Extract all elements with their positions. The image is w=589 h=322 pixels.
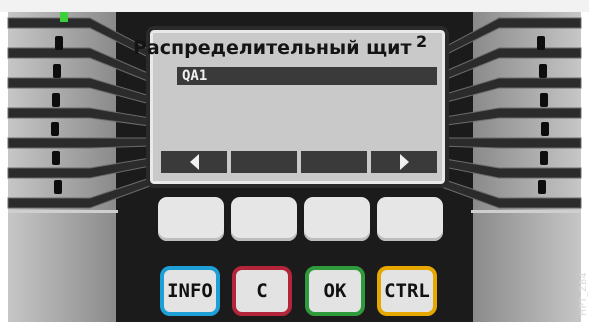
- arrow-left-icon: [189, 154, 199, 170]
- softkey-3[interactable]: [301, 151, 367, 173]
- c-button[interactable]: C: [232, 266, 292, 316]
- figure-id-label: HPT_ZB4: [579, 272, 589, 316]
- softkey-bar: [161, 151, 437, 173]
- arrow-right-icon: [399, 154, 409, 170]
- info-button[interactable]: INFO: [160, 266, 220, 316]
- ctrl-button[interactable]: CTRL: [377, 266, 437, 316]
- screen-title-suffix: 2: [416, 32, 428, 51]
- lcd-display: Распределительный щит 2 QA1: [133, 26, 449, 188]
- screen-title-text: Распределительный щит: [133, 37, 412, 59]
- function-key-2[interactable]: [231, 197, 297, 241]
- function-key-3[interactable]: [304, 197, 370, 241]
- screen-title: Распределительный щит 2: [133, 32, 453, 59]
- function-key-4[interactable]: [377, 197, 443, 241]
- softkey-right[interactable]: [371, 151, 437, 173]
- softkey-2[interactable]: [231, 151, 297, 173]
- function-key-1[interactable]: [158, 197, 224, 241]
- ok-button[interactable]: OK: [305, 266, 365, 316]
- softkey-left[interactable]: [161, 151, 227, 173]
- selected-list-item[interactable]: QA1: [177, 67, 437, 85]
